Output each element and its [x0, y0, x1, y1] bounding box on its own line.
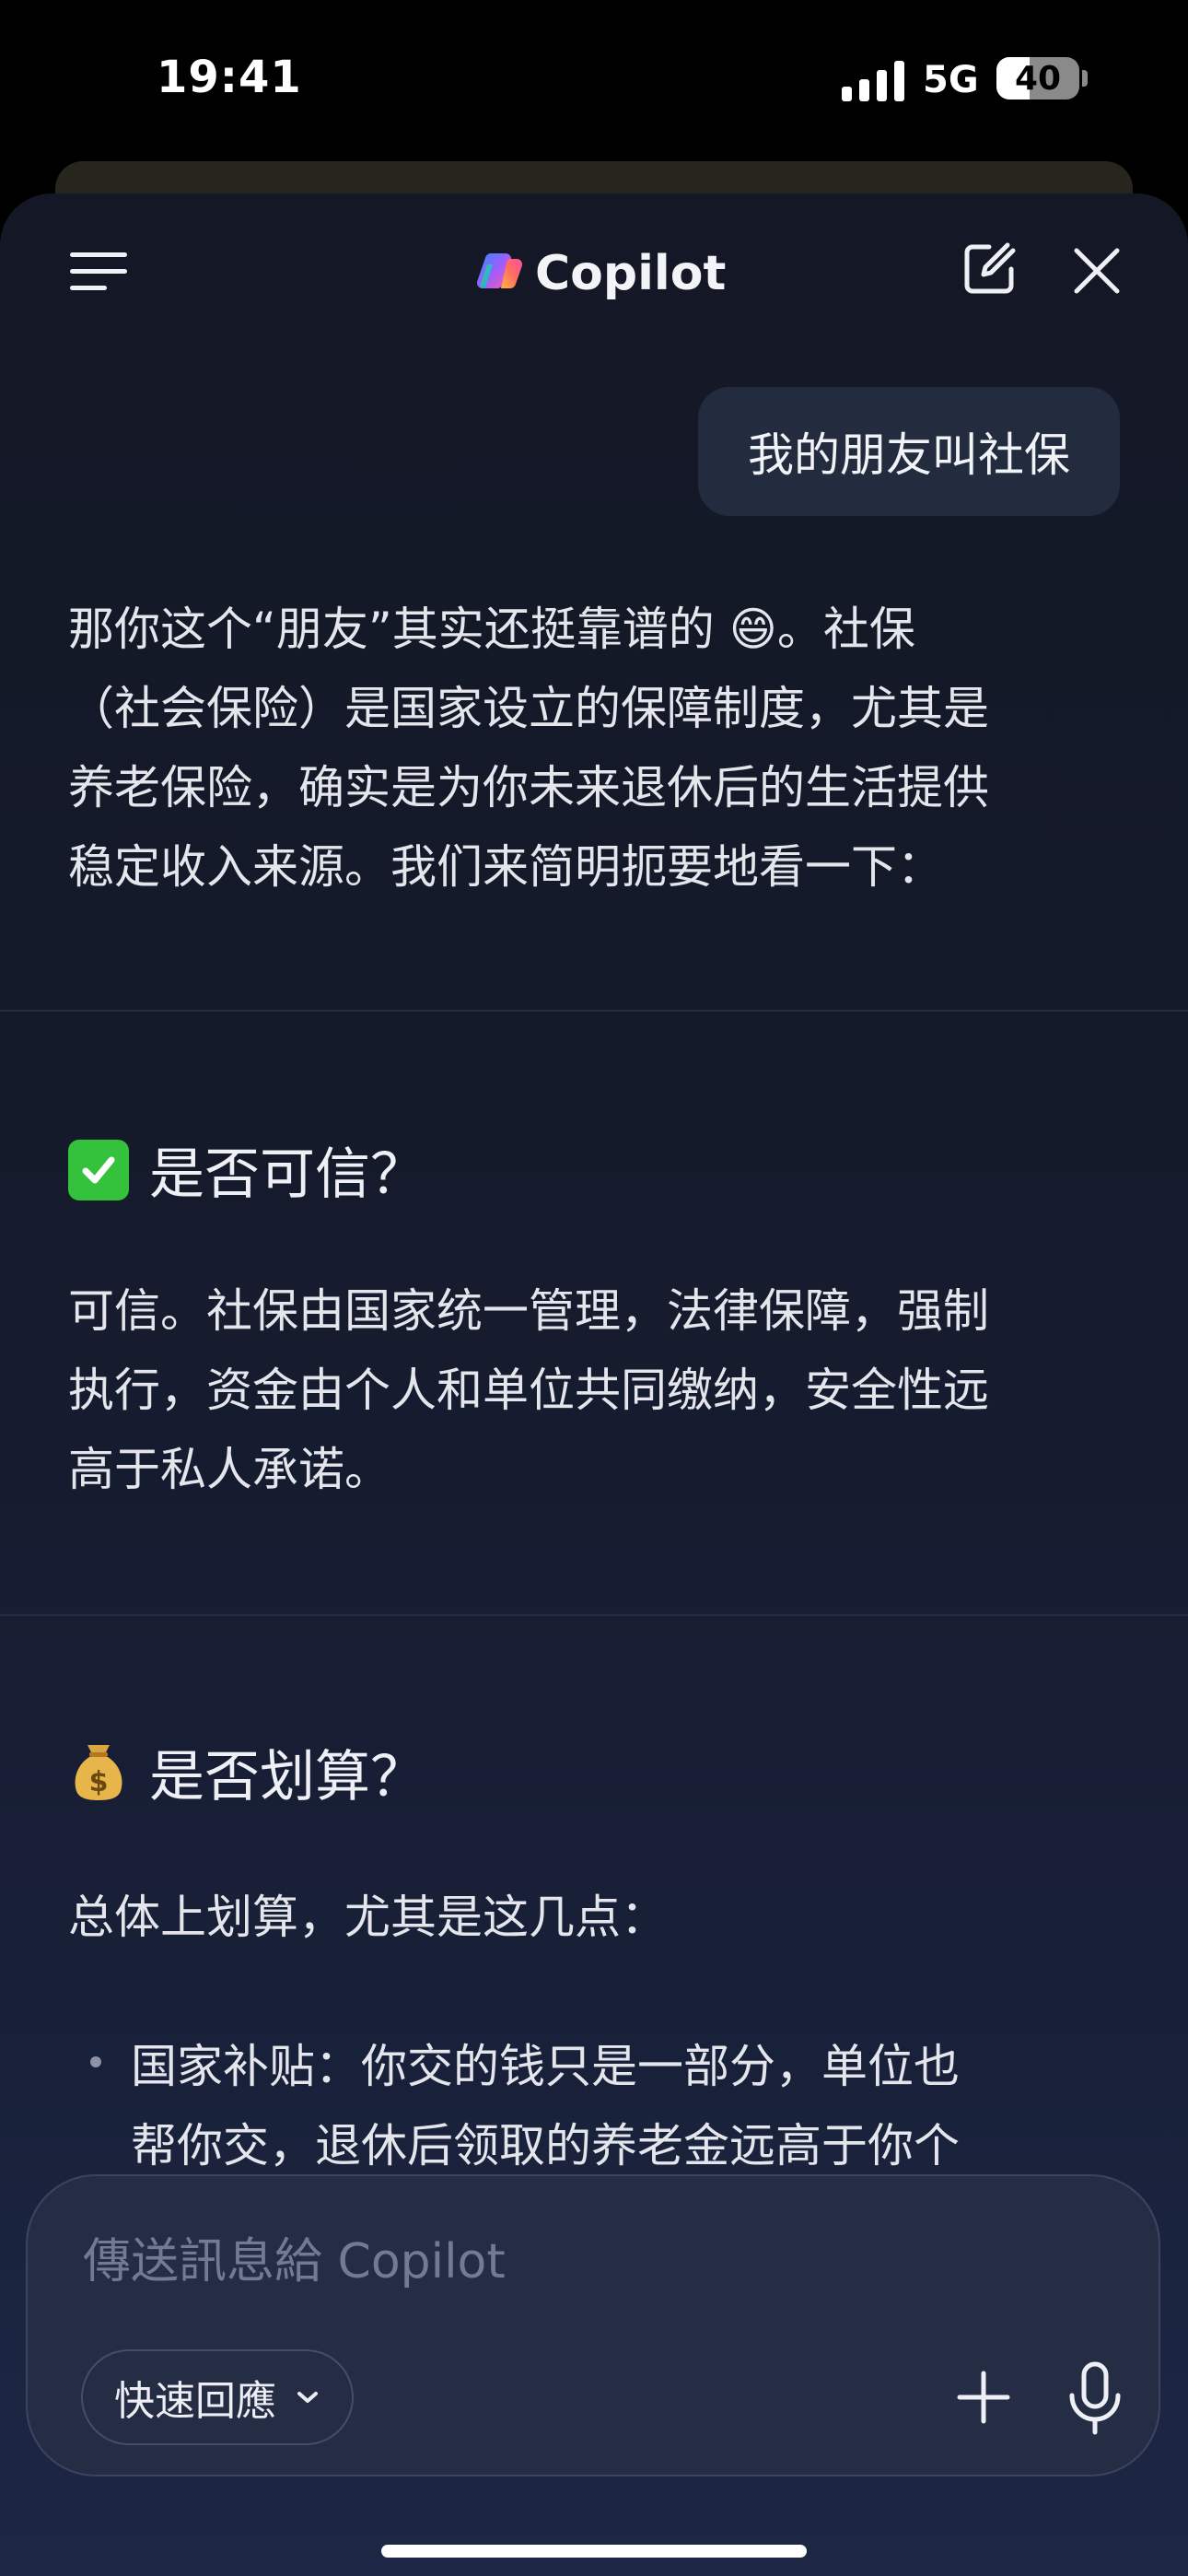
- quick-reply-button[interactable]: 快速回應: [81, 2349, 354, 2445]
- microphone-icon[interactable]: [1066, 2360, 1124, 2438]
- section-heading-value: $ 是否划算？: [68, 1732, 425, 1812]
- money-bag-icon: $: [68, 1742, 129, 1803]
- battery-level: 40: [1014, 60, 1062, 98]
- status-bar: 19:41 5G 40: [0, 0, 1188, 162]
- check-mark-icon: [68, 1139, 129, 1200]
- reply-intro-line: （社会保险）是国家设立的保障制度，尤其是: [68, 682, 989, 735]
- close-icon[interactable]: [1071, 245, 1123, 297]
- signal-strength-icon: [842, 61, 906, 101]
- compose-icon[interactable]: [960, 240, 1019, 299]
- reply-intro-line: 那你这个“朋友”其实还挺靠谱的 😄。社保: [68, 603, 915, 656]
- quick-reply-label: 快速回應: [114, 2378, 276, 2425]
- section-heading-text: 是否可信？: [149, 1142, 425, 1207]
- reply-intro: 那你这个“朋友”其实还挺靠谱的 😄。社保 （社会保险）是国家设立的保障制度，尤其…: [68, 590, 1118, 907]
- status-time: 19:41: [157, 52, 302, 103]
- battery-icon: 40: [996, 57, 1079, 100]
- message-composer: 傳送訊息給 Copilot 快速回應: [26, 2174, 1160, 2476]
- reply-intro-line: 稳定收入来源。我们来简明扼要地看一下：: [68, 840, 943, 894]
- reply-intro-line: 养老保险，确实是为你未来退休后的生活提供: [68, 761, 989, 814]
- bullet-line: 帮你交，退休后领取的养老金远高于你个: [131, 2119, 960, 2172]
- section-trust-line: 高于私人承诺。: [68, 1443, 390, 1496]
- section-divider: [0, 1010, 1188, 1012]
- section-trust-body: 可信。社保由国家统一管理，法律保障，强制 执行，资金由个人和单位共同缴纳，安全性…: [68, 1271, 1118, 1509]
- section-heading-trust: 是否可信？: [68, 1130, 425, 1210]
- section-trust-line: 执行，资金由个人和单位共同缴纳，安全性远: [68, 1364, 989, 1417]
- bullet-item: 国家补贴：你交的钱只是一部分，单位也 帮你交，退休后领取的养老金远高于你个: [131, 2027, 1116, 2185]
- user-message-bubble: 我的朋友叫社保: [698, 387, 1120, 516]
- message-input[interactable]: 傳送訊息給 Copilot: [83, 2222, 506, 2291]
- section-divider: [0, 1614, 1188, 1616]
- svg-text:$: $: [89, 1766, 109, 1798]
- home-indicator[interactable]: [381, 2545, 807, 2558]
- app-title: Copilot: [535, 246, 727, 301]
- section-value-intro: 总体上划算，尤其是这几点：: [68, 1891, 667, 1944]
- bullet-line: 国家补贴：你交的钱只是一部分，单位也: [131, 2040, 960, 2093]
- section-heading-text: 是否划算？: [149, 1745, 425, 1809]
- user-message-text: 我的朋友叫社保: [748, 428, 1070, 482]
- section-trust-line: 可信。社保由国家统一管理，法律保障，强制: [68, 1284, 989, 1338]
- app-logo: Copilot: [474, 241, 726, 306]
- copilot-logo-icon: [476, 252, 523, 289]
- battery-tip: [1082, 70, 1088, 87]
- bullet-icon: [90, 2056, 101, 2067]
- chevron-down-icon: [297, 2392, 318, 2403]
- network-type: 5G: [923, 59, 979, 101]
- plus-icon[interactable]: [956, 2370, 1011, 2425]
- header: Copilot: [0, 193, 1188, 341]
- hamburger-menu-icon[interactable]: [70, 251, 127, 291]
